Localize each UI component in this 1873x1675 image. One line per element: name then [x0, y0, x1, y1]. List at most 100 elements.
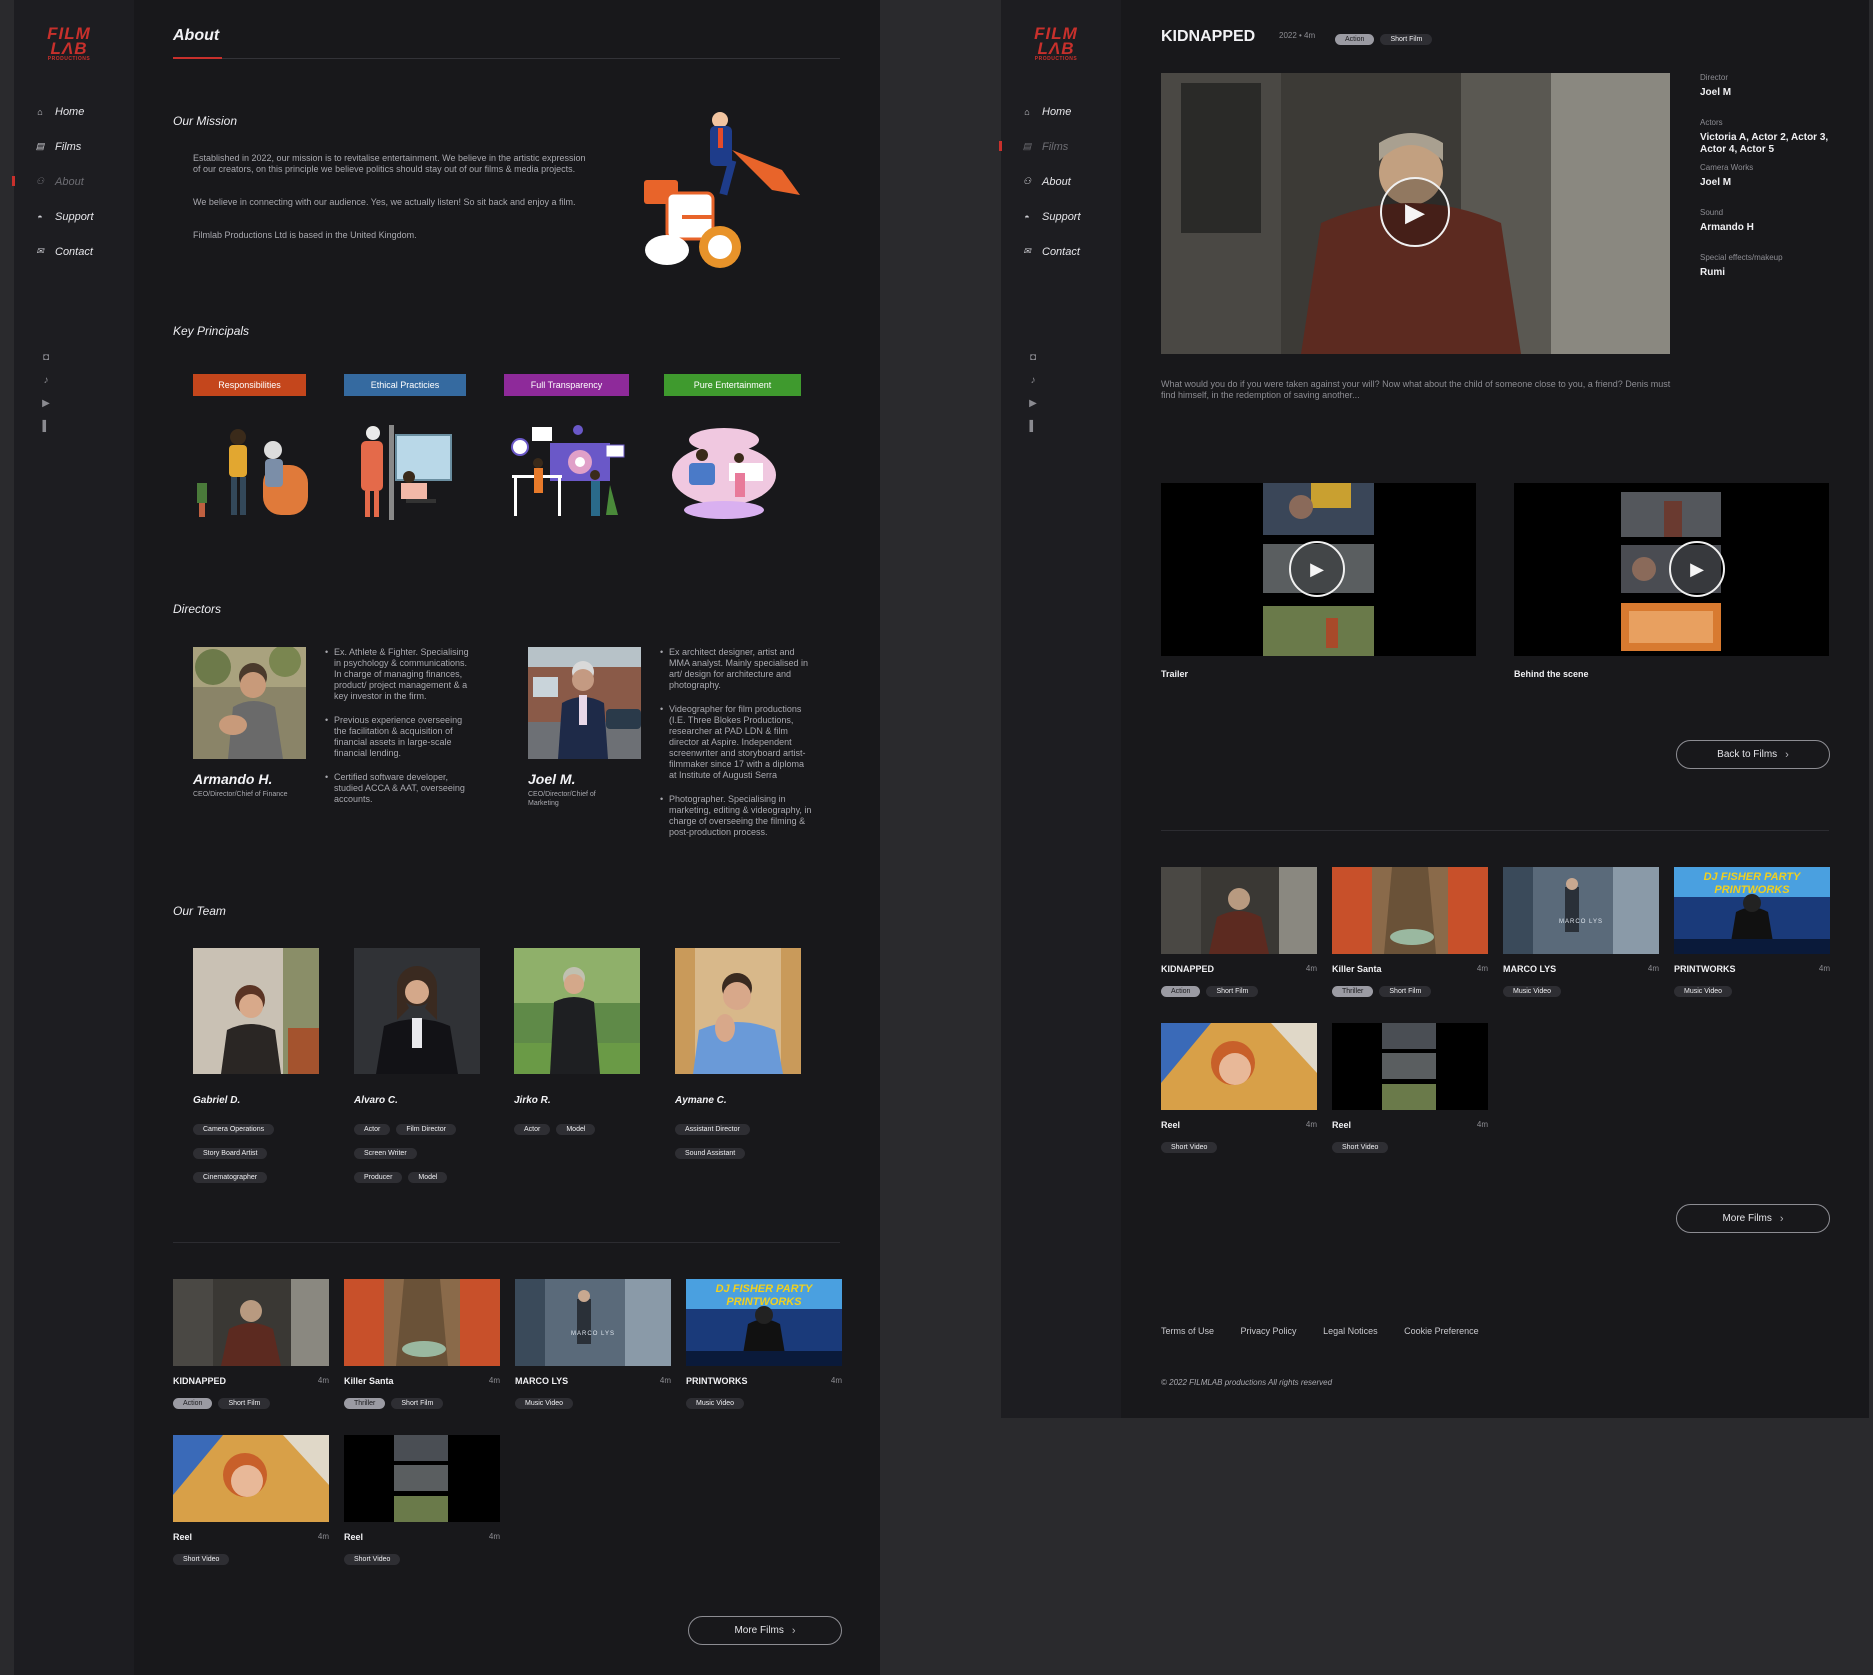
sidebar-item-support[interactable]: ◓ Support [14, 199, 134, 234]
role-tag: Story Board Artist [193, 1148, 268, 1159]
more-films-button[interactable]: More Films › [688, 1616, 842, 1645]
sidebar-item-support[interactable]: ◓ Support [1001, 199, 1121, 234]
team-member-name: Aymane C. [675, 1095, 727, 1106]
sidebar-item-contact[interactable]: ✉ Contact [1001, 234, 1121, 269]
play-icon[interactable]: ▶ [1380, 177, 1450, 247]
genre-tag: Music Video [686, 1398, 745, 1409]
film-card-duration: 4m [1476, 1120, 1488, 1129]
film-card-tags: Music Video [1674, 980, 1830, 1004]
team-member-card: Alvaro C. Actor Film Director Screen Writ… [354, 948, 480, 1190]
film-thumb [173, 1279, 329, 1366]
principles-heading: Key Principals [173, 324, 250, 338]
team-photo [675, 948, 801, 1074]
logo[interactable]: FILM LΛB PRODUCTIONS [42, 25, 96, 62]
instagram-icon[interactable]: ◘ [36, 352, 56, 375]
sidebar-item-home[interactable]: ⌂ Home [14, 94, 134, 129]
film-thumb [1161, 1023, 1317, 1110]
about-page: FILM LΛB PRODUCTIONS ⌂ Home ▤ Films ⚇ About… [12, 0, 880, 1675]
sidebar-item-label: About [55, 175, 84, 188]
more-films-button[interactable]: More Films › [1676, 1204, 1830, 1233]
home-icon: ⌂ [37, 106, 43, 117]
logo-line2: LΛB [1037, 39, 1075, 58]
footer-link-legal[interactable]: Legal Notices [1323, 1326, 1378, 1336]
patreon-icon[interactable]: ▌ [36, 421, 56, 444]
handshake-icon: ◓ [37, 211, 43, 222]
film-card[interactable]: Killer Santa 4m Thriller Short Film [1332, 867, 1488, 1004]
role-tag: Actor [354, 1124, 391, 1135]
film-card[interactable]: Reel 4m Short Video [1332, 1023, 1488, 1160]
film-thumb-overlay-text: DJ FISHER PARTY PRINTWORKS [1703, 871, 1801, 896]
sidebar-item-about[interactable]: ⚇ About [1001, 164, 1121, 199]
film-card-tags: Thriller Short Film [1332, 980, 1488, 1004]
film-card[interactable]: DJ FISHER PARTY PRINTWORKS PRINTWORKS 4m… [1674, 867, 1830, 1004]
logo-sub: PRODUCTIONS [47, 56, 91, 62]
sidebar-item-label: About [1042, 175, 1071, 188]
genre-tag: Short Video [344, 1554, 401, 1565]
film-meta: 2022 • 4m [1279, 31, 1316, 40]
sidebar-item-about[interactable]: ⚇ About [12, 164, 134, 199]
behind-the-scene-thumb: ▶ [1514, 483, 1829, 656]
patreon-icon[interactable]: ▌ [1023, 421, 1043, 444]
behind-the-scene-card[interactable]: ▶ Behind the scene [1514, 483, 1829, 679]
film-card[interactable]: Killer Santa 4m Thriller Short Film [344, 1279, 500, 1416]
film-card-title: Reel [1161, 1120, 1181, 1130]
film-card-title: PRINTWORKS [686, 1376, 748, 1386]
tiktok-icon[interactable]: ♪ [36, 375, 56, 398]
mail-icon: ✉ [36, 246, 44, 256]
film-card[interactable]: Reel 4m Short Video [344, 1435, 500, 1572]
sidebar-nav: ⌂ Home ▤ Films ⚇ About ◓ Support ✉ Contact [12, 94, 134, 269]
film-card-duration: 4m [488, 1376, 500, 1385]
film-card[interactable]: KIDNAPPED 4m Action Short Film [173, 1279, 329, 1416]
title-underline [173, 57, 222, 59]
film-synopsis: What would you do if you were taken agai… [1161, 379, 1671, 400]
film-title: KIDNAPPED [1161, 28, 1256, 45]
film-card[interactable]: Reel 4m Short Video [1161, 1023, 1317, 1160]
film-thumb [1332, 867, 1488, 954]
genre-tag: Thriller [1332, 986, 1374, 997]
section-divider [173, 1242, 840, 1243]
instagram-icon[interactable]: ◘ [1023, 352, 1043, 375]
role-tag: Model [556, 1124, 596, 1135]
film-thumb [1332, 1023, 1488, 1110]
back-to-films-button[interactable]: Back to Films › [1676, 740, 1830, 769]
logo[interactable]: FILM LΛB PRODUCTIONS [1029, 25, 1083, 62]
genre-tag: Short Video [173, 1554, 230, 1565]
film-card-duration: 4m [659, 1376, 671, 1385]
genre-tag: Short Film [1206, 986, 1259, 997]
film-card-duration: 4m [1305, 964, 1317, 973]
sidebar-item-films[interactable]: ▤ Films [999, 129, 1121, 164]
footer-link-cookies[interactable]: Cookie Preference [1404, 1326, 1479, 1336]
sidebar-item-label: Home [1042, 105, 1072, 118]
film-card[interactable]: DJ FISHER PARTY PRINTWORKS PRINTWORKS 4m… [686, 1279, 842, 1416]
footer-link-terms[interactable]: Terms of Use [1161, 1326, 1214, 1336]
video-player[interactable]: ▶ [1161, 73, 1670, 354]
directors-heading: Directors [173, 602, 222, 616]
trailer-card[interactable]: ▶ Trailer [1161, 483, 1476, 679]
director-name: Joel M. [528, 771, 576, 787]
play-icon[interactable]: ▶ [1289, 541, 1345, 597]
play-icon[interactable]: ▶ [1669, 541, 1725, 597]
film-card[interactable]: MARCO LYS MARCO LYS 4m Music Video [1503, 867, 1659, 1004]
footer-link-privacy[interactable]: Privacy Policy [1241, 1326, 1297, 1336]
team-photo [193, 948, 319, 1074]
youtube-icon[interactable]: ▶ [36, 398, 56, 421]
director-photo-armando [193, 647, 306, 759]
behind-the-scene-label: Behind the scene [1514, 669, 1589, 679]
principle-transparency: Full Transparency [504, 374, 629, 396]
role-tag: Cinematographer [193, 1172, 268, 1183]
sidebar-item-home[interactable]: ⌂ Home [1001, 94, 1121, 129]
sidebar-item-films[interactable]: ▤ Films [14, 129, 134, 164]
sidebar-item-contact[interactable]: ✉ Contact [14, 234, 134, 269]
film-thumb: MARCO LYS [1503, 867, 1659, 954]
film-card-title: Killer Santa [1332, 964, 1382, 974]
film-card[interactable]: KIDNAPPED 4m Action Short Film [1161, 867, 1317, 1004]
film-thumb [344, 1435, 500, 1522]
film-card-tags: Short Video [173, 1548, 329, 1572]
youtube-icon[interactable]: ▶ [1023, 398, 1043, 421]
film-thumb-overlay-text: MARCO LYS [571, 1331, 615, 1337]
film-card[interactable]: Reel 4m Short Video [173, 1435, 329, 1572]
genre-tag: Short Film [391, 1398, 444, 1409]
film-card[interactable]: MARCO LYS MARCO LYS 4m Music Video [515, 1279, 671, 1416]
tiktok-icon[interactable]: ♪ [1023, 375, 1043, 398]
sidebar-item-label: Contact [55, 245, 93, 258]
